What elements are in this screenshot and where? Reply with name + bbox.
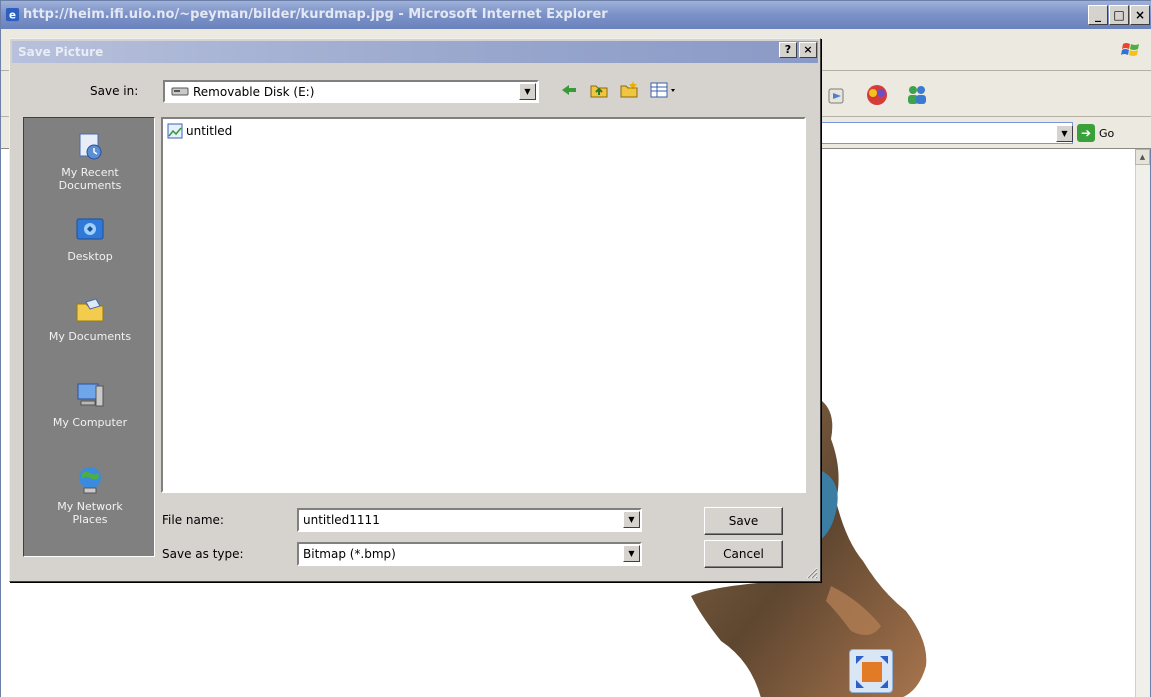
close-button[interactable]: × [1130, 5, 1150, 25]
windows-logo-icon [1121, 43, 1139, 56]
internet-explorer-icon: e [5, 7, 20, 21]
dialog-title: Save Picture [18, 45, 104, 59]
place-my-recent-documents[interactable]: My Recent Documents [24, 130, 156, 192]
save-as-type-label: Save as type: [162, 547, 244, 561]
file-name-label: File name: [162, 513, 224, 527]
cancel-button[interactable]: Cancel [704, 540, 783, 568]
file-name-untitled: untitled [186, 124, 233, 138]
save-as-type-dropdown[interactable]: Bitmap (*.bmp) [297, 542, 642, 566]
browser-titlebar[interactable]: e http://heim.ifi.uio.no/~peyman/bilder/… [1, 1, 1151, 29]
place-my-network-places[interactable]: My Network Places [24, 464, 156, 526]
file-list[interactable]: untitled [161, 117, 806, 493]
help-button[interactable]: ? [779, 42, 797, 58]
place-my-documents[interactable]: My Documents [24, 294, 156, 343]
minimize-button[interactable]: _ [1088, 5, 1108, 25]
browser-caption-buttons: _ □ × [1088, 5, 1150, 25]
go-label: Go [1099, 126, 1115, 140]
save-as-type-chevron-down-icon[interactable]: ▼ [623, 545, 640, 562]
new-folder-icon[interactable] [618, 79, 640, 101]
recent-documents-icon [79, 133, 102, 160]
save-in-value: Removable Disk (E:) [193, 85, 315, 99]
file-name-chevron-down-icon[interactable]: ▼ [623, 511, 640, 528]
go-arrow-icon: ➔ [1077, 124, 1095, 142]
save-in-dropdown[interactable]: Removable Disk (E:) ▼ [163, 80, 539, 103]
view-menu-icon[interactable] [648, 79, 678, 101]
address-dropdown-arrow-icon[interactable]: ▼ [1056, 125, 1073, 142]
my-computer-icon [77, 383, 104, 407]
my-documents-icon [76, 298, 104, 322]
save-in-label: Save in: [90, 84, 139, 98]
up-one-level-icon[interactable] [588, 79, 610, 101]
desktop-icon [76, 218, 104, 240]
go-button[interactable]: ➔ Go [1077, 123, 1114, 143]
image-toolbar-icon[interactable] [849, 649, 893, 693]
maximize-button[interactable]: □ [1109, 5, 1129, 25]
messenger-icon[interactable] [863, 81, 891, 109]
place-my-computer[interactable]: My Computer [24, 380, 156, 429]
svg-text:e: e [9, 9, 16, 21]
resize-grip-icon[interactable] [804, 565, 818, 579]
browser-title: http://heim.ifi.uio.no/~peyman/bilder/ku… [23, 7, 608, 22]
save-as-type-value: Bitmap (*.bmp) [303, 547, 396, 561]
dialog-toolbar [558, 79, 678, 101]
dialog-caption-buttons: ? × [779, 42, 817, 58]
removable-disk-icon [171, 87, 189, 96]
address-field[interactable] [813, 122, 1073, 144]
vertical-scrollbar[interactable] [1135, 149, 1150, 697]
save-picture-dialog: Save Picture ? × Save in: Removable Disk… [9, 38, 821, 582]
place-desktop[interactable]: Desktop [24, 214, 156, 263]
save-button[interactable]: Save [704, 507, 783, 535]
back-arrow-icon[interactable] [558, 79, 580, 101]
dialog-titlebar[interactable]: Save Picture [12, 41, 818, 63]
media-icon[interactable] [823, 81, 851, 109]
places-bar: My Recent Documents Desktop My Documents [23, 117, 155, 557]
image-file-icon [167, 123, 183, 139]
file-name-input[interactable] [297, 508, 642, 532]
network-places-icon [79, 467, 101, 494]
dialog-close-button[interactable]: × [799, 42, 817, 58]
chevron-down-icon[interactable]: ▼ [519, 83, 536, 100]
scroll-up-arrow-icon[interactable]: ▲ [1135, 149, 1150, 165]
people-icon[interactable] [903, 81, 931, 109]
file-item-untitled[interactable]: untitled [167, 123, 232, 139]
